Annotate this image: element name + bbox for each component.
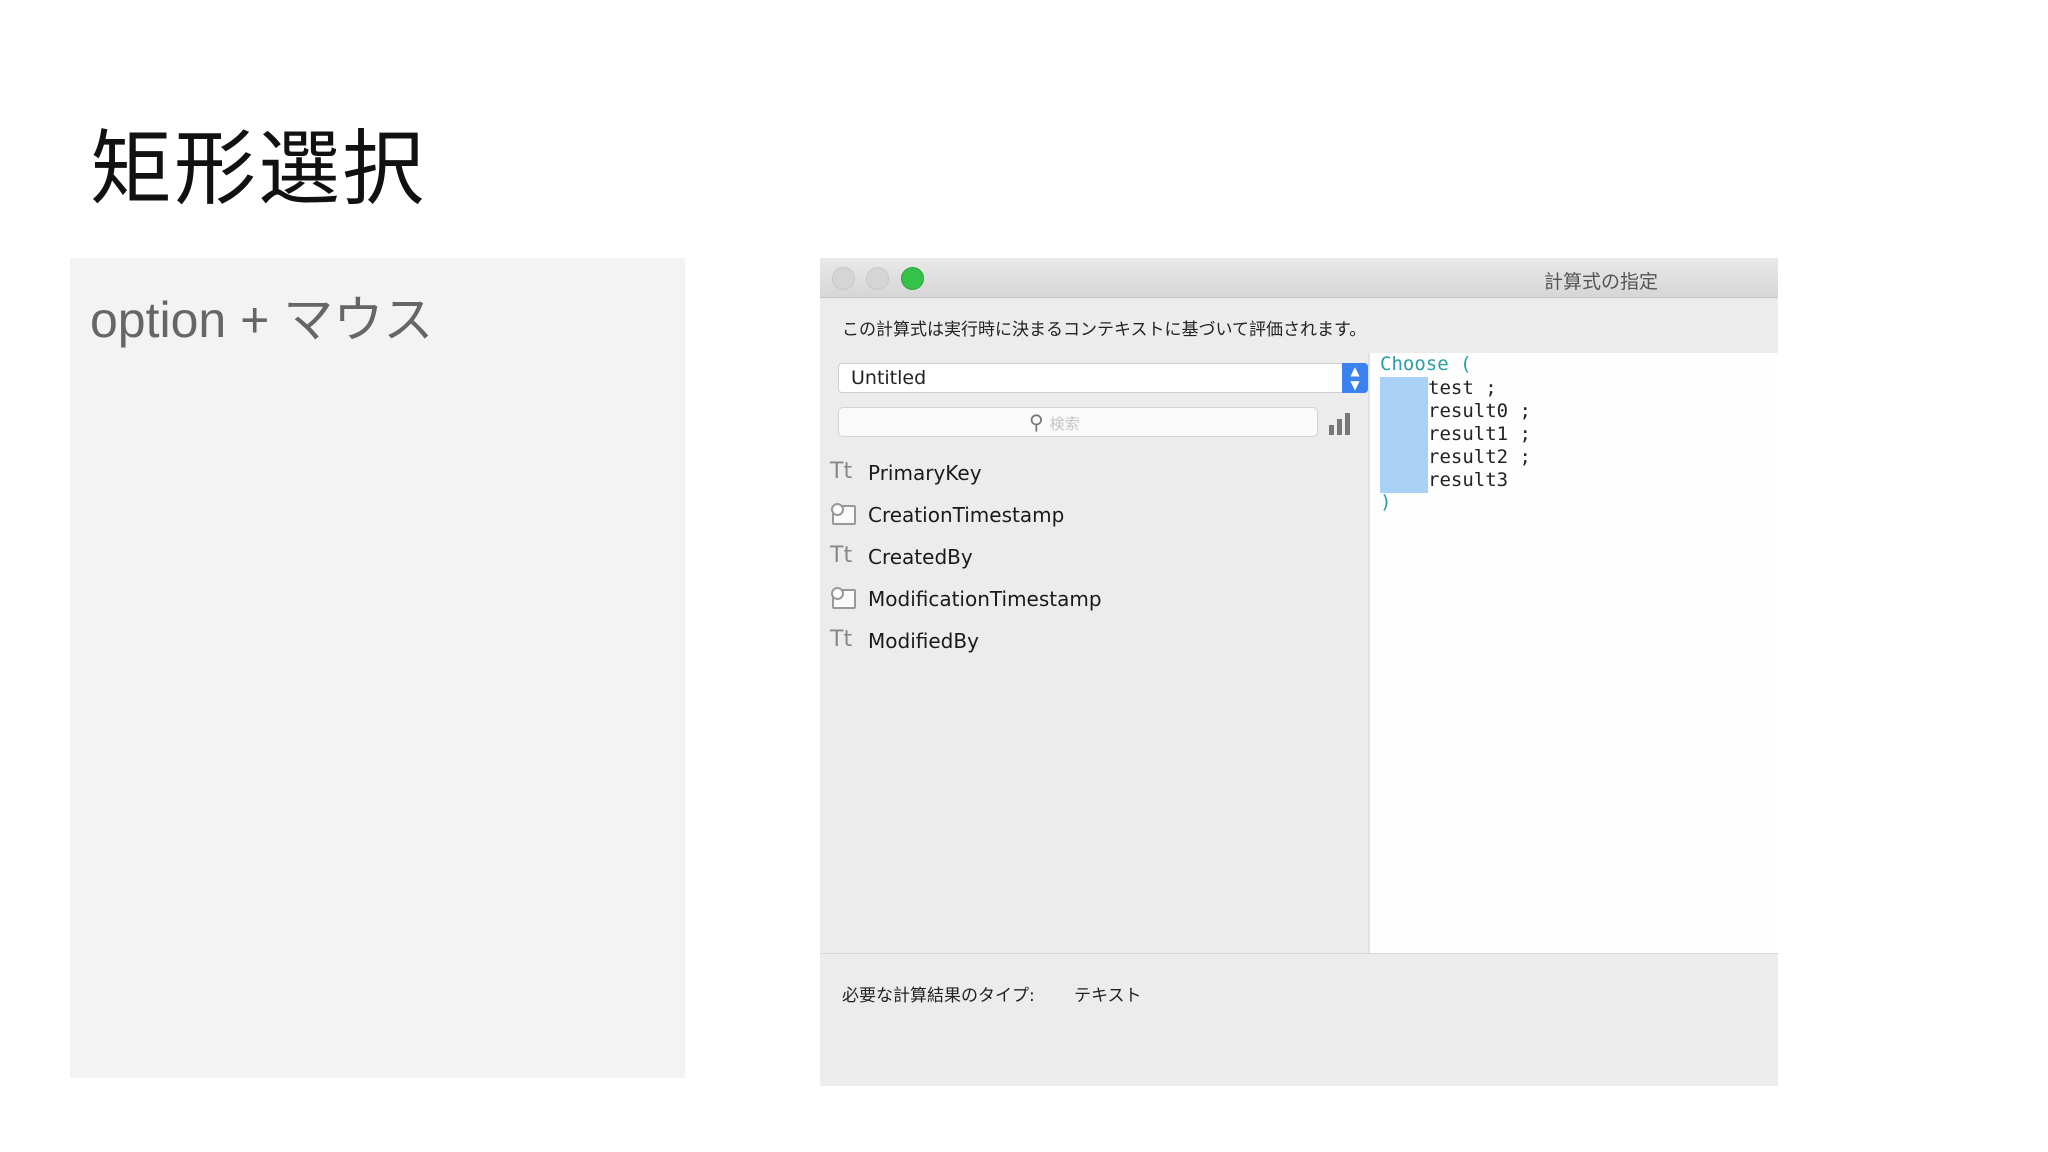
close-button[interactable] bbox=[832, 267, 855, 290]
context-description: この計算式は実行時に決まるコンテキストに基づいて評価されます。 bbox=[842, 320, 1367, 340]
result-type-bar: 必要な計算結果のタイプ: テキスト bbox=[820, 953, 1778, 1086]
zoom-button[interactable] bbox=[901, 267, 924, 290]
timestamp-field-icon bbox=[831, 503, 856, 525]
text-field-icon: Tt bbox=[830, 459, 853, 484]
search-placeholder: 検索 bbox=[1049, 415, 1080, 433]
code-function-open: Choose ( bbox=[1380, 353, 1472, 375]
note-panel: option + マウス bbox=[70, 258, 685, 1078]
search-icon: ⚲ bbox=[1029, 410, 1044, 434]
code-line: result1 ; bbox=[1428, 423, 1531, 445]
text-field-icon: Tt bbox=[830, 627, 853, 652]
field-label: PrimaryKey bbox=[868, 461, 982, 485]
note-text: option + マウス bbox=[90, 292, 434, 348]
field-label: ModificationTimestamp bbox=[868, 587, 1102, 611]
field-item-modificationtimestamp[interactable]: ModificationTimestamp bbox=[830, 579, 1350, 621]
field-label: CreatedBy bbox=[868, 545, 973, 569]
calculation-dialog: 計算式の指定 この計算式は実行時に決まるコンテキストに基づいて評価されます。 U… bbox=[820, 258, 1778, 1086]
field-list: Tt PrimaryKey CreationTimestamp Tt Creat… bbox=[830, 453, 1350, 663]
rectangular-selection bbox=[1380, 377, 1428, 493]
table-selector-value: Untitled bbox=[851, 367, 927, 389]
code-function-close: ) bbox=[1380, 491, 1392, 513]
code-line: result2 ; bbox=[1428, 446, 1531, 468]
slide-title: 矩形選択 bbox=[90, 122, 427, 217]
search-field[interactable]: ⚲ 検索 bbox=[838, 407, 1318, 437]
chevron-updown-icon: ▲ ▼ bbox=[1342, 363, 1368, 393]
field-browser: Untitled ▲ ▼ ⚲ 検索 Tt PrimaryKey CreationTi… bbox=[820, 353, 1368, 953]
window-titlebar[interactable]: 計算式の指定 bbox=[820, 258, 1778, 298]
field-item-createdby[interactable]: Tt CreatedBy bbox=[830, 537, 1350, 579]
field-label: CreationTimestamp bbox=[868, 503, 1065, 527]
code-line: result3 bbox=[1428, 469, 1509, 491]
field-item-creationtimestamp[interactable]: CreationTimestamp bbox=[830, 495, 1350, 537]
code-line: test ; bbox=[1428, 377, 1497, 399]
timestamp-field-icon bbox=[831, 587, 856, 609]
field-item-primarykey[interactable]: Tt PrimaryKey bbox=[830, 453, 1350, 495]
result-type-select[interactable]: テキスト bbox=[1074, 981, 1142, 1006]
formula-editor[interactable]: Choose ( test ; result0 ; result1 ; resu… bbox=[1370, 353, 1778, 953]
field-item-modifiedby[interactable]: Tt ModifiedBy bbox=[830, 621, 1350, 663]
bar-chart-icon[interactable] bbox=[1327, 411, 1353, 435]
minimize-button[interactable] bbox=[866, 267, 889, 290]
window-title: 計算式の指定 bbox=[1543, 271, 1658, 293]
result-type-label: 必要な計算結果のタイプ: bbox=[842, 986, 1035, 1006]
code-line: result0 ; bbox=[1428, 400, 1531, 422]
table-selector[interactable]: Untitled ▲ ▼ bbox=[838, 363, 1368, 393]
text-field-icon: Tt bbox=[830, 543, 853, 568]
field-label: ModifiedBy bbox=[868, 629, 979, 653]
